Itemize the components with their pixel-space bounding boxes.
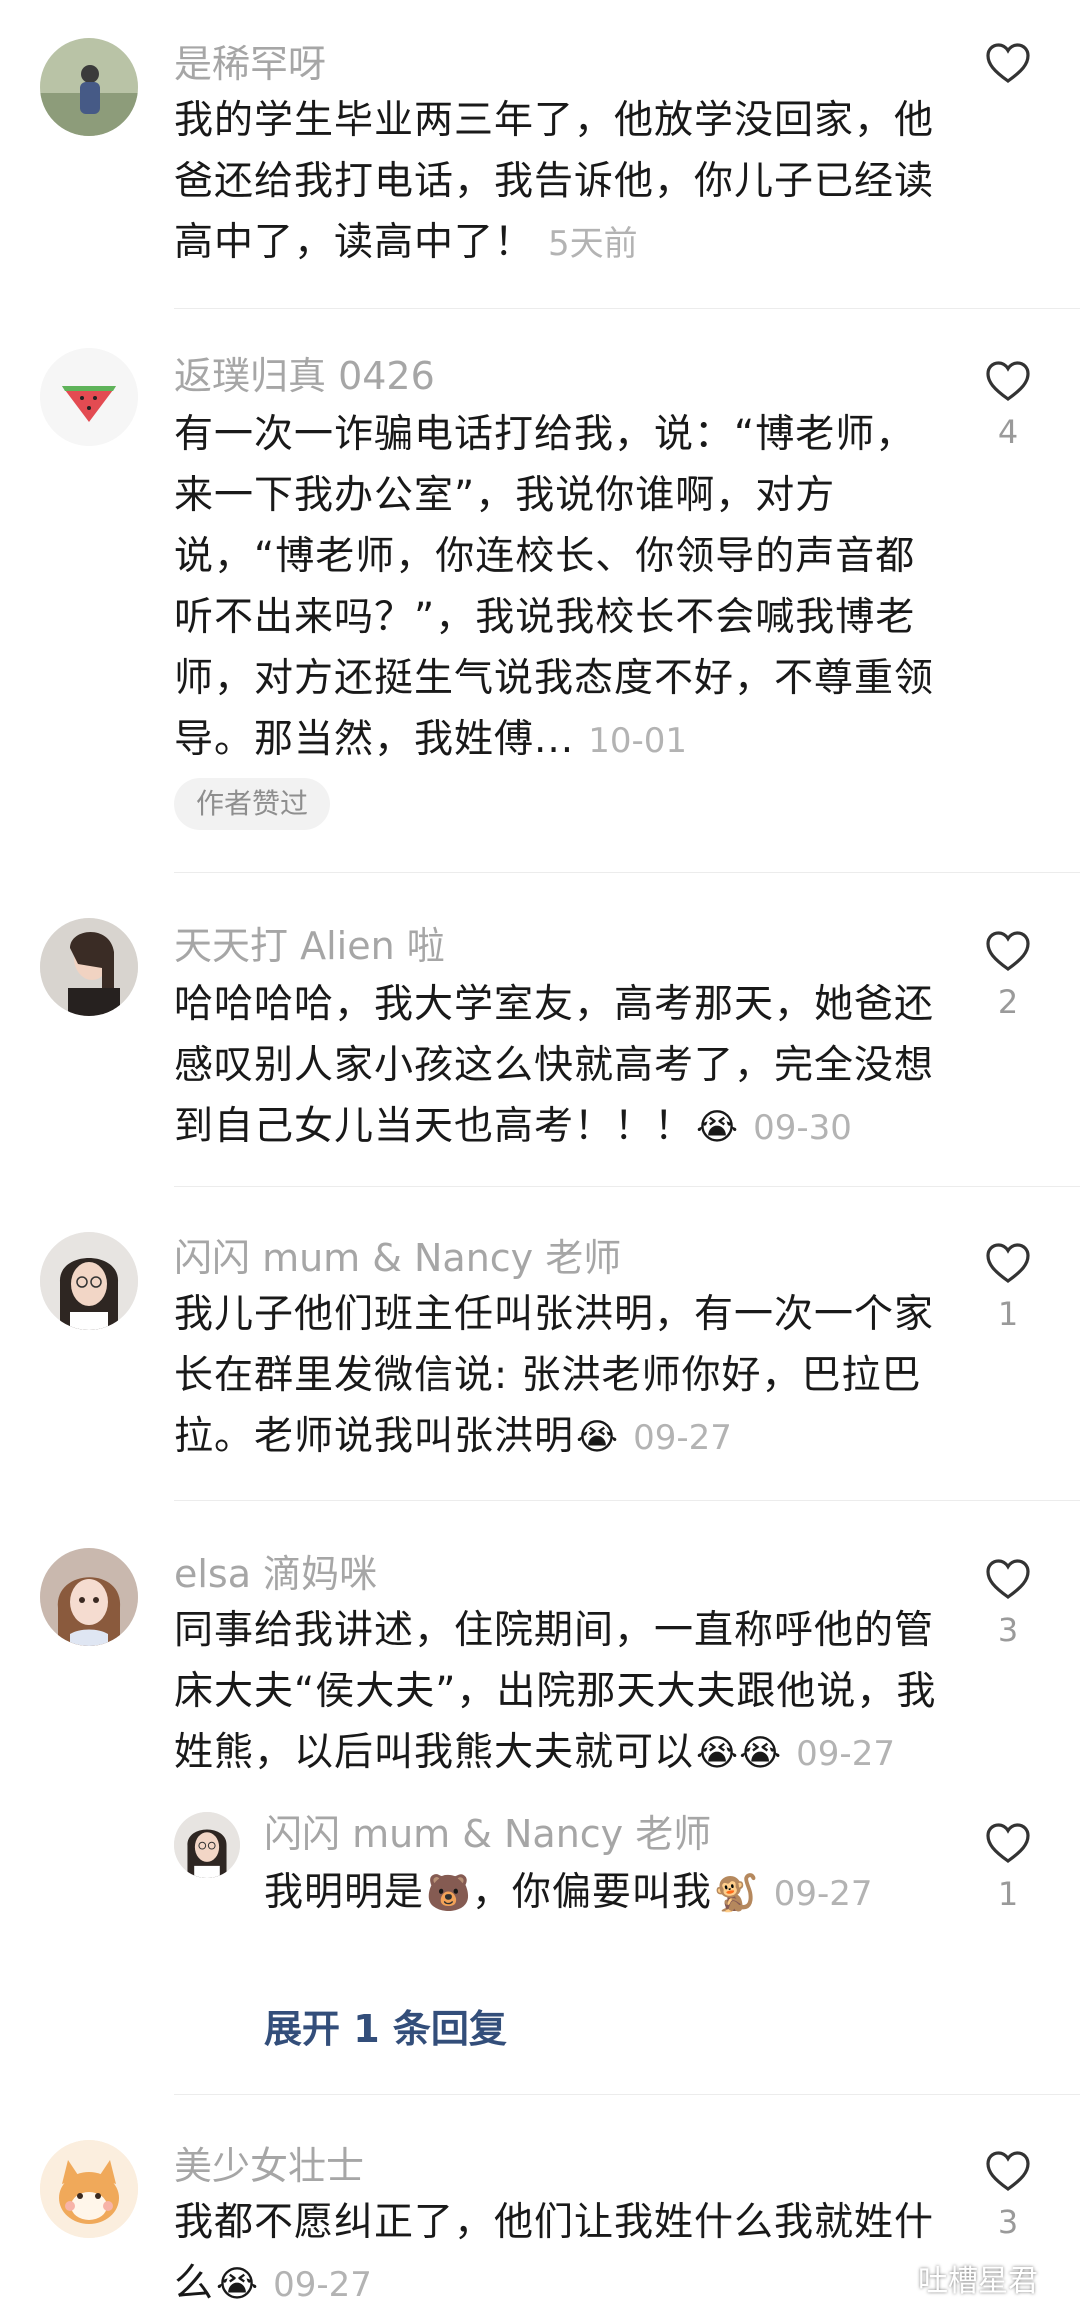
heart-outline-icon [986, 1559, 1030, 1599]
username[interactable]: 闪闪 mum & Nancy 老师 [174, 1234, 621, 1282]
crying-emoji-icon: 😭 [216, 2264, 260, 2305]
heart-outline-icon [986, 1243, 1030, 1283]
reply-body-part: ，你偏要叫我 [471, 1870, 712, 1915]
timestamp: 10-01 [588, 721, 687, 761]
like-button[interactable]: 3 [980, 2148, 1036, 2240]
username[interactable]: elsa 滴妈咪 [174, 1550, 377, 1598]
reply-avatar[interactable] [174, 1812, 240, 1878]
like-count: 1 [997, 1295, 1019, 1333]
heart-outline-icon [986, 1823, 1030, 1863]
like-count: 1 [997, 1875, 1019, 1913]
reply-username[interactable]: 闪闪 mum & Nancy 老师 [264, 1810, 711, 1858]
comment-text: 同事给我讲述，住院期间，一直称呼他的管床大夫“侯大夫”，出院那天大夫跟他说，我姓… [174, 1600, 944, 1785]
divider [174, 872, 1080, 873]
reply-like-button[interactable]: 1 [980, 1820, 1036, 1912]
comment-text: 我的学生毕业两三年了，他放学没回家，他爸还给我打电话，我告诉他，你儿子已经读高中… [174, 90, 944, 275]
like-count: 4 [997, 413, 1019, 451]
username[interactable]: 天天打 Alien 啦 [174, 922, 445, 970]
divider [174, 1500, 1080, 1501]
expand-replies-link[interactable]: 展开 1 条回复 [264, 1998, 507, 2053]
monkey-emoji-icon: 🐒 [713, 1873, 760, 1914]
reply-text: 我明明是🐻，你偏要叫我🐒 09-27 [264, 1862, 944, 1925]
timestamp: 09-27 [633, 1418, 732, 1458]
like-button[interactable]: 2 [980, 928, 1036, 1020]
comment-text: 我都不愿纠正了，他们让我姓什么我就姓什么😭 09-27 [174, 2192, 944, 2316]
reply-body-part: 我明明是 [264, 1870, 425, 1915]
like-count: 3 [997, 1611, 1019, 1649]
wechat-icon [871, 2264, 908, 2292]
avatar[interactable] [40, 38, 138, 136]
like-count: 2 [997, 983, 1019, 1021]
heart-outline-icon [986, 43, 1030, 83]
crying-emoji-icon: 😭😭 [696, 1733, 783, 1774]
like-button[interactable]: 4 [980, 358, 1036, 450]
heart-outline-icon [986, 2151, 1030, 2191]
avatar[interactable] [40, 1232, 138, 1330]
divider [174, 2094, 1080, 2095]
divider [174, 308, 1080, 309]
username[interactable]: 美少女壮士 [174, 2142, 364, 2190]
watermark: 吐槽星君 [870, 2256, 1038, 2300]
like-count: 3 [997, 2203, 1019, 2241]
timestamp: 09-30 [753, 1108, 852, 1148]
author-liked-badge: 作者赞过 [174, 778, 331, 830]
username[interactable]: 返璞归真 0426 [174, 352, 435, 400]
avatar[interactable] [40, 348, 138, 446]
crying-emoji-icon: 😭 [696, 1107, 740, 1148]
heart-outline-icon [986, 931, 1030, 971]
crying-emoji-icon: 😭 [576, 1417, 620, 1458]
timestamp: 5天前 [548, 224, 638, 264]
timestamp: 09-27 [796, 1734, 895, 1774]
avatar[interactable] [40, 1548, 138, 1646]
avatar[interactable] [40, 918, 138, 1016]
heart-outline-icon [986, 361, 1030, 401]
timestamp: 09-27 [773, 1874, 873, 1914]
comment-body: 有一次一诈骗电话打给我，说：“博老师，来一下我办公室”，我说你谁啊，对方说，“博… [174, 412, 935, 762]
watermark-text: 吐槽星君 [918, 2264, 1038, 2299]
username[interactable]: 是稀罕呀 [174, 40, 326, 88]
like-button[interactable]: 1 [980, 1240, 1036, 1332]
like-button[interactable] [980, 40, 1036, 96]
bear-emoji-icon: 🐻 [426, 1873, 472, 1914]
divider [174, 1186, 1080, 1187]
comment-text: 哈哈哈哈，我大学室友，高考那天，她爸还感叹别人家小孩这么快就高考了，完全没想到自… [174, 974, 944, 1159]
avatar[interactable] [40, 2140, 138, 2238]
timestamp: 09-27 [273, 2265, 372, 2305]
comment-text: 我儿子他们班主任叫张洪明，有一次一个家长在群里发微信说: 张洪老师你好，巴拉巴拉… [174, 1284, 944, 1469]
like-button[interactable]: 3 [980, 1556, 1036, 1648]
comment-body: 我儿子他们班主任叫张洪明，有一次一个家长在群里发微信说: 张洪老师你好，巴拉巴拉… [174, 1292, 935, 1459]
comment-text: 有一次一诈骗电话打给我，说：“博老师，来一下我办公室”，我说你谁啊，对方说，“博… [174, 404, 944, 772]
